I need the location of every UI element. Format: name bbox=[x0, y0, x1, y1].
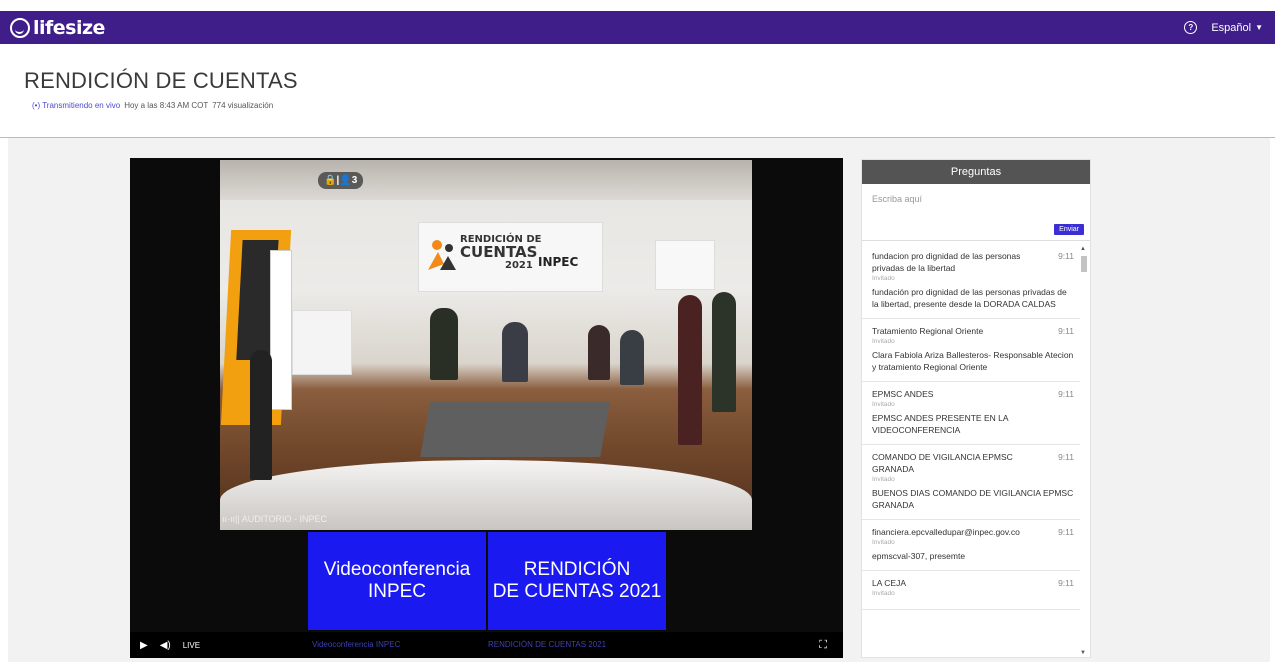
play-icon[interactable]: ▶ bbox=[140, 640, 148, 651]
language-label: Español bbox=[1211, 21, 1252, 34]
scroll-up-icon[interactable]: ▲ bbox=[1080, 246, 1086, 252]
question-item: Tratamiento Regional Oriente 9:11 Invitad… bbox=[862, 319, 1080, 382]
track-label-1: Videoconferencia INPEC bbox=[312, 640, 401, 649]
inpec-logo-icon bbox=[428, 240, 456, 270]
video-player[interactable]: RENDICIÓN DE CUENTAS 2021 INPEC 🔒|👤3 ıı·… bbox=[130, 158, 843, 658]
participants-badge[interactable]: 🔒|👤3 bbox=[318, 172, 364, 189]
view-count: 774 visualización bbox=[212, 101, 274, 110]
question-input[interactable]: Escriba aquí bbox=[872, 194, 1080, 238]
person bbox=[502, 322, 528, 382]
lifesize-logo[interactable]: lifesize bbox=[10, 17, 105, 39]
question-author: fundacion pro dignidad de las personas p… bbox=[872, 251, 1021, 273]
send-button[interactable]: Enviar bbox=[1054, 224, 1084, 235]
questions-list[interactable]: fundacion pro dignidad de las personas p… bbox=[862, 244, 1080, 659]
question-role: Invitado bbox=[872, 590, 895, 597]
question-role: Invitado bbox=[872, 338, 895, 345]
banner-line2: CUENTAS bbox=[460, 243, 538, 261]
questions-panel: Preguntas Escriba aquí Enviar fundacion … bbox=[861, 159, 1091, 658]
event-date-time: Hoy a las 8:43 AM COT bbox=[124, 101, 209, 110]
question-item: LA CEJA 9:11 Invitado bbox=[862, 571, 1080, 610]
question-item: EPMSC ANDES 9:11 Invitado EPMSC ANDES PRE… bbox=[862, 382, 1080, 445]
signal-icon: ıı·ıı|| bbox=[222, 514, 240, 524]
lifero-board bbox=[655, 240, 715, 290]
scroll-thumb[interactable] bbox=[1081, 256, 1087, 272]
question-time: 9:11 bbox=[1058, 389, 1074, 399]
tile-line1: Videoconferencia bbox=[323, 559, 471, 580]
question-text: fundación pro dignidad de las personas p… bbox=[872, 287, 1067, 309]
person bbox=[620, 330, 644, 385]
question-time: 9:11 bbox=[1058, 527, 1074, 537]
chevron-down-icon: ▼ bbox=[1255, 23, 1263, 32]
camera-label: ıı·ıı|| AUDITORIO - INPEC bbox=[222, 514, 327, 524]
scroll-down-icon[interactable]: ▼ bbox=[1080, 650, 1086, 656]
video-tile-videoconferencia[interactable]: Videoconferencia INPEC bbox=[308, 532, 486, 630]
tile-line2: INPEC bbox=[367, 581, 427, 602]
question-time: 9:11 bbox=[1058, 578, 1074, 588]
question-text: EPMSC ANDES PRESENTE EN LA VIDEOCONFEREN… bbox=[872, 413, 1009, 435]
question-time: 9:11 bbox=[1058, 326, 1074, 336]
person bbox=[250, 350, 272, 480]
brand-name: lifesize bbox=[33, 16, 105, 39]
top-bar: lifesize ? Español ▼ bbox=[0, 11, 1275, 44]
help-icon[interactable]: ? bbox=[1184, 21, 1198, 34]
banner-standee-2 bbox=[270, 250, 292, 410]
person bbox=[678, 295, 702, 445]
rug bbox=[420, 402, 610, 457]
question-text: epmscval-307, presemte bbox=[872, 551, 966, 561]
question-time: 9:11 bbox=[1058, 452, 1074, 462]
video-tile-rendicion[interactable]: RENDICIÓN DE CUENTAS 2021 bbox=[488, 532, 666, 630]
display-stand bbox=[292, 310, 352, 375]
page-title: RENDICIÓN DE CUENTAS bbox=[24, 68, 298, 93]
tile-line1: RENDICIÓN bbox=[523, 559, 631, 580]
lifesize-logo-icon bbox=[10, 17, 30, 38]
language-selector[interactable]: Español ▼ bbox=[1211, 22, 1263, 34]
live-status: (•) Transmitiendo en vivo bbox=[32, 101, 121, 110]
top-right-controls: ? Español ▼ bbox=[1184, 21, 1263, 34]
question-text: BUENOS DIAS COMANDO DE VIGILANCIA EPMSC … bbox=[872, 488, 1074, 510]
banner-org: INPEC bbox=[538, 255, 579, 269]
question-role: Invitado bbox=[872, 476, 895, 483]
live-indicator[interactable]: LIVE bbox=[183, 641, 200, 650]
volume-icon[interactable]: ◀) bbox=[160, 640, 171, 651]
question-role: Invitado bbox=[872, 401, 895, 408]
question-author: Tratamiento Regional Oriente bbox=[872, 326, 984, 336]
question-item: fundacion pro dignidad de las personas p… bbox=[862, 244, 1080, 319]
tile-line2: DE CUENTAS 2021 bbox=[492, 581, 662, 602]
question-item: financiera.epcvalledupar@inpec.gov.co 9:1… bbox=[862, 520, 1080, 571]
question-author: COMANDO DE VIGILANCIA EPMSC GRANADA bbox=[872, 452, 1013, 474]
question-role: Invitado bbox=[872, 539, 895, 546]
event-meta: (•) Transmitiendo en vivo Hoy a las 8:43… bbox=[32, 101, 273, 110]
track-label-2: RENDICIÓN DE CUENTAS 2021 bbox=[488, 640, 607, 649]
divider bbox=[862, 240, 1090, 241]
question-author: LA CEJA bbox=[872, 578, 907, 588]
person bbox=[712, 292, 736, 412]
live-status-label: Transmitiendo en vivo bbox=[42, 101, 121, 110]
question-time: 9:11 bbox=[1058, 251, 1074, 261]
question-role: Invitado bbox=[872, 275, 895, 282]
banner-year: 2021 bbox=[505, 260, 533, 271]
person bbox=[588, 325, 610, 380]
camera-label-text: AUDITORIO - INPEC bbox=[241, 514, 328, 524]
ceiling bbox=[220, 160, 752, 200]
player-controls: ▶ ◀) LIVE Videoconferencia INPEC RENDICI… bbox=[130, 632, 843, 658]
banner-text: RENDICIÓN DE CUENTAS 2021 bbox=[460, 234, 541, 271]
person bbox=[430, 308, 458, 380]
fullscreen-icon[interactable]: ⛶ bbox=[819, 639, 827, 652]
question-item: COMANDO DE VIGILANCIA EPMSC GRANADA 9:11 … bbox=[862, 445, 1080, 520]
question-text: Clara Fabiola Ariza Ballesteros- Respons… bbox=[872, 350, 1074, 372]
questions-scrollbar[interactable]: ▲ ▼ bbox=[1080, 246, 1088, 656]
question-author: EPMSC ANDES bbox=[872, 389, 934, 399]
question-author: financiera.epcvalledupar@inpec.gov.co bbox=[872, 527, 1020, 537]
questions-title: Preguntas bbox=[862, 160, 1090, 184]
camera-feed: RENDICIÓN DE CUENTAS 2021 INPEC 🔒|👤3 bbox=[220, 160, 752, 530]
